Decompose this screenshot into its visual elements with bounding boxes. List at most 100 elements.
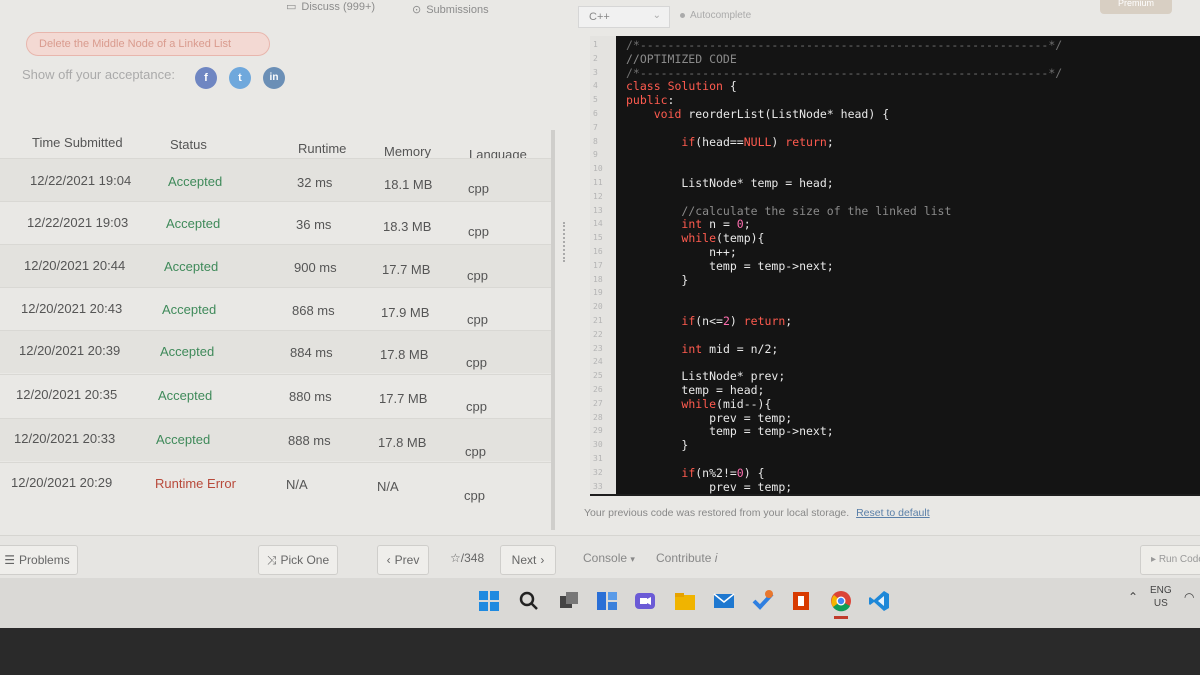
prev-label: Prev	[394, 553, 420, 567]
linkedin-icon[interactable]: in	[263, 67, 285, 89]
status-cell[interactable]: Accepted	[166, 216, 220, 231]
table-row[interactable]: 12/20/2021 20:29 Runtime Error N/A N/A cpp	[0, 462, 552, 505]
language-indicator[interactable]: ENG US	[1150, 584, 1172, 610]
twitter-icon[interactable]: t	[229, 67, 251, 89]
code-line[interactable]: if(n<=2) return;	[626, 314, 792, 328]
status-cell[interactable]: Accepted	[162, 302, 216, 317]
widgets-icon[interactable]	[596, 590, 618, 612]
code-line[interactable]: n++;	[626, 245, 737, 259]
table-row[interactable]: 12/20/2021 20:43 Accepted 868 ms 17.9 MB cpp	[0, 287, 552, 330]
teams-chat-icon[interactable]	[634, 590, 656, 612]
language-select[interactable]: C++ ⌄	[578, 6, 670, 28]
code-line[interactable]: /*--------------------------------------…	[626, 38, 1062, 52]
header-time[interactable]: Time Submitted	[32, 135, 123, 150]
table-row[interactable]: 12/20/2021 20:39 Accepted 884 ms 17.8 MB cpp	[0, 330, 552, 373]
status-cell[interactable]: Accepted	[158, 388, 212, 403]
line-number: 13	[593, 205, 603, 215]
problems-button[interactable]: ☰ Problems	[0, 545, 78, 575]
page-indicator[interactable]: ☆/348	[450, 551, 484, 565]
status-cell[interactable]: Accepted	[164, 259, 218, 274]
line-number: 22	[593, 329, 603, 339]
reset-to-default-link[interactable]: Reset to default	[856, 507, 930, 519]
code-line[interactable]: prev = temp;	[626, 411, 792, 425]
runtime-cell: 900 ms	[294, 260, 337, 275]
code-editor[interactable]: 1 2 3 4 5 6 7 8 9 10 11 12 13 14 15 16 17 18 19 20 21 22 23 24 2…	[590, 36, 1200, 496]
shuffle-icon: ⤨	[266, 552, 277, 567]
code-line[interactable]: public:	[626, 93, 674, 107]
pane-resize-handle[interactable]	[563, 222, 566, 262]
memory-cell: 17.8 MB	[378, 435, 427, 450]
problem-title-pill[interactable]: Delete the Middle Node of a Linked List	[26, 32, 270, 56]
line-number: 21	[593, 316, 603, 325]
memory-cell: 18.1 MB	[384, 177, 433, 192]
code-line[interactable]: if(head==NULL) return;	[626, 135, 833, 149]
code-line[interactable]: while(temp){	[626, 231, 764, 245]
code-line[interactable]: prev = temp;	[626, 480, 792, 494]
tab-submissions[interactable]: ⊙ Submissions	[412, 3, 489, 17]
premium-button[interactable]: Premium	[1100, 0, 1172, 14]
code-line[interactable]: //calculate the size of the linked list	[626, 204, 951, 218]
facebook-icon[interactable]: f	[195, 67, 217, 89]
screen: ▭ Discuss (999+) ⊙ Submissions C++ ⌄ Aut…	[0, 0, 1200, 585]
chrome-icon[interactable]	[830, 590, 852, 612]
time-cell: 12/20/2021 20:33	[14, 431, 116, 446]
pick-one-button[interactable]: ⤨ Pick One	[258, 545, 338, 575]
header-runtime[interactable]: Runtime	[298, 141, 346, 156]
line-number: 31	[593, 454, 603, 463]
table-row[interactable]: 12/20/2021 20:44 Accepted 900 ms 17.7 MB cpp	[0, 244, 552, 287]
code-line[interactable]: void reorderList(ListNode* head) {	[626, 107, 889, 121]
tab-discuss[interactable]: ▭ Discuss (999+)	[286, 0, 375, 14]
vscode-icon[interactable]	[868, 590, 890, 612]
code-line[interactable]: }	[626, 438, 688, 452]
table-row[interactable]: 12/22/2021 19:04 Accepted 32 ms 18.1 MB cpp	[0, 158, 552, 201]
todo-icon[interactable]	[752, 590, 774, 612]
office-icon[interactable]	[790, 590, 812, 612]
file-explorer-icon[interactable]	[674, 590, 696, 612]
status-cell[interactable]: Accepted	[156, 432, 210, 447]
table-row[interactable]: 12/20/2021 20:33 Accepted 888 ms 17.8 MB cpp	[0, 418, 552, 461]
contribute-button[interactable]: Contribute i	[656, 551, 717, 565]
code-line[interactable]: /*--------------------------------------…	[626, 66, 1062, 80]
header-memory[interactable]: Memory	[384, 144, 431, 159]
console-button[interactable]: Console ▾	[583, 551, 635, 565]
status-cell[interactable]: Runtime Error	[155, 476, 236, 491]
code-line[interactable]: //OPTIMIZED CODE	[626, 52, 737, 66]
header-status[interactable]: Status	[170, 137, 207, 152]
prev-button[interactable]: ‹ Prev	[377, 545, 429, 575]
next-button[interactable]: Next ›	[500, 545, 556, 575]
code-line[interactable]: temp = temp->next;	[626, 424, 834, 438]
run-code-button[interactable]: ▸ Run Code	[1140, 545, 1200, 575]
code-line[interactable]: temp = head;	[626, 383, 764, 397]
code-line[interactable]: if(n%2!=0) {	[626, 466, 764, 480]
time-cell: 12/20/2021 20:35	[16, 387, 118, 402]
code-line[interactable]: ListNode* temp = head;	[626, 176, 833, 190]
code-line[interactable]: temp = temp->next;	[626, 259, 834, 273]
status-cell[interactable]: Accepted	[168, 174, 222, 189]
code-area[interactable]: /*--------------------------------------…	[616, 36, 1200, 494]
table-row[interactable]: 12/22/2021 19:03 Accepted 36 ms 18.3 MB cpp	[0, 201, 552, 244]
code-line[interactable]: int mid = n/2;	[626, 342, 778, 356]
time-cell: 12/20/2021 20:44	[24, 258, 126, 273]
code-line[interactable]: ListNode* prev;	[626, 369, 785, 383]
search-icon[interactable]	[518, 590, 540, 612]
runtime-cell: 888 ms	[288, 433, 331, 448]
line-number: 10	[593, 164, 603, 174]
code-line[interactable]: while(mid--){	[626, 397, 771, 411]
line-number: 14	[593, 219, 603, 229]
left-scrollbar[interactable]	[551, 130, 555, 530]
time-cell: 12/22/2021 19:03	[27, 215, 129, 230]
table-row[interactable]: 12/20/2021 20:35 Accepted 880 ms 17.7 MB cpp	[0, 374, 552, 417]
wifi-icon[interactable]: ◠	[1184, 590, 1194, 604]
status-cell[interactable]: Accepted	[160, 344, 214, 359]
language-select-value: C++	[589, 11, 610, 23]
code-line[interactable]: }	[626, 273, 688, 287]
chevron-up-icon[interactable]: ⌃	[1128, 590, 1138, 604]
restore-message-text: Your previous code was restored from you…	[584, 507, 850, 519]
autocomplete-toggle[interactable]: Autocomplete	[680, 10, 751, 21]
line-number: 30	[593, 440, 603, 450]
code-line[interactable]: class Solution {	[626, 79, 737, 93]
mail-icon[interactable]	[713, 590, 735, 612]
code-line[interactable]: int n = 0;	[626, 217, 750, 231]
task-view-icon[interactable]	[558, 590, 580, 612]
windows-start-icon[interactable]	[478, 590, 500, 612]
